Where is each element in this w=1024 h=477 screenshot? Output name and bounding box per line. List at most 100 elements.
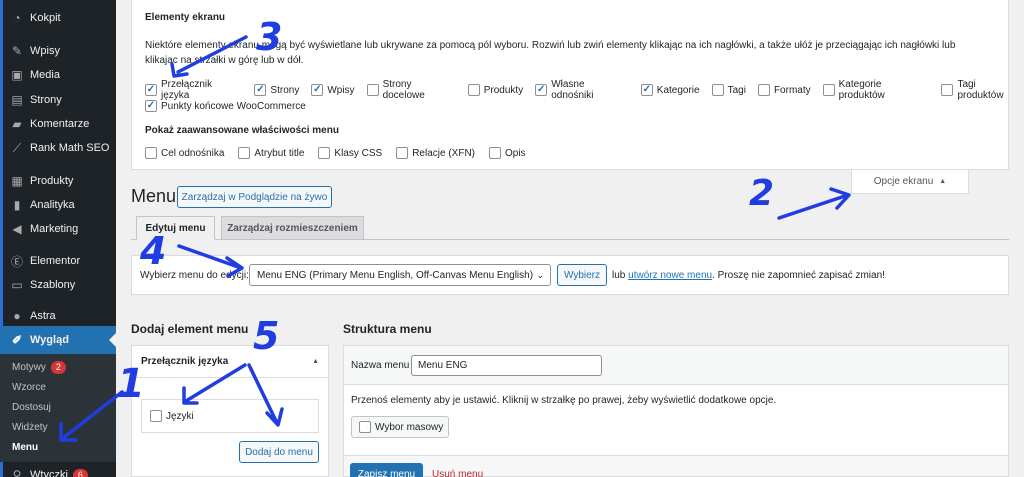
- sidebar-item-kokpit[interactable]: ◔ Kokpit: [0, 7, 116, 29]
- submenu-item-dostosuj[interactable]: Dostosuj: [0, 397, 116, 417]
- checkbox[interactable]: [150, 410, 162, 422]
- sidebar-item-label: Analityka: [30, 199, 75, 211]
- sidebar-item-label: Rank Math SEO: [30, 142, 110, 154]
- option-label: Tagi produktów: [957, 79, 1004, 101]
- checkbox[interactable]: ✓: [254, 84, 267, 96]
- option-przelacznik-jezyka[interactable]: ✓ Przełącznik języka: [145, 79, 242, 101]
- checkbox[interactable]: [822, 84, 835, 96]
- option-wpisy[interactable]: ✓ Wpisy: [311, 84, 355, 96]
- sidebar-item-marketing[interactable]: ◀ Marketing: [0, 218, 116, 240]
- option-label: Atrybut title: [254, 147, 305, 159]
- option-punkty-koncowe[interactable]: ✓ Punkty końcowe WooCommerce: [145, 100, 306, 112]
- option-tagi-produktow[interactable]: Tagi produktów: [941, 79, 1024, 101]
- tab-manage-locations[interactable]: Zarządzaj rozmieszczeniem: [221, 216, 364, 240]
- option-label: Strony: [270, 84, 300, 96]
- option-label: Strony docelowe: [382, 79, 425, 101]
- submenu-item-menu[interactable]: Menu: [0, 437, 116, 457]
- option-label: Relacje (XFN): [412, 147, 475, 159]
- option-klasy-css[interactable]: Klasy CSS: [318, 147, 382, 159]
- screen-options-title: Elementy ekranu: [145, 12, 226, 23]
- checkbox[interactable]: ✓: [640, 84, 653, 96]
- submenu-item-motywy[interactable]: Motywy 2: [0, 357, 116, 377]
- arrow-up-icon: ▲: [939, 178, 947, 185]
- submenu-item-wzorce[interactable]: Wzorce: [0, 377, 116, 397]
- bulk-select-label: Wybor masowy: [375, 421, 444, 433]
- option-jezyki[interactable]: Języki: [150, 410, 194, 422]
- checkbox[interactable]: [941, 84, 954, 96]
- option-relacje-xfn[interactable]: Relacje (XFN): [396, 147, 475, 159]
- submenu-item-label: Widżety: [12, 421, 48, 433]
- option-label: Formaty: [773, 84, 811, 96]
- sidebar-item-wyglad[interactable]: ✐ Wygląd: [0, 326, 116, 354]
- checkbox[interactable]: [489, 147, 501, 159]
- option-produkty[interactable]: Produkty: [467, 84, 523, 96]
- checkbox[interactable]: ✓: [311, 84, 324, 96]
- screen-options-toggle[interactable]: Opcje ekranu ▲: [851, 170, 969, 194]
- page-icon: ▤: [11, 93, 23, 107]
- checkbox[interactable]: [145, 147, 157, 159]
- checkbox[interactable]: [711, 84, 724, 96]
- language-switcher-header[interactable]: Przełącznik języka ▲: [131, 345, 329, 378]
- option-wlasne-odnosniki[interactable]: ✓ Własne odnośniki: [535, 79, 629, 101]
- submenu-item-widzety[interactable]: Widżety: [0, 417, 116, 437]
- menu-select-value: Menu ENG (Primary Menu English, Off-Canv…: [257, 269, 534, 281]
- sidebar-item-elementor[interactable]: Ⓔ Elementor: [0, 250, 116, 272]
- live-preview-button[interactable]: Zarządzaj w Podglądzie na żywo: [177, 186, 332, 208]
- brush-icon: ✐: [11, 333, 23, 347]
- checkbox[interactable]: ✓: [535, 84, 548, 96]
- checkbox[interactable]: [359, 421, 371, 433]
- option-opis[interactable]: Opis: [489, 147, 526, 159]
- menu-name-label: Nazwa menu: [351, 360, 410, 371]
- annotation-arrowhead-2: [829, 187, 851, 210]
- sidebar-item-wtyczki[interactable]: ⚲ Wtyczki 6: [0, 464, 116, 477]
- option-strony-docelowe[interactable]: Strony docelowe: [366, 79, 456, 101]
- sidebar-item-wpisy[interactable]: ✎ Wpisy: [0, 40, 116, 62]
- sidebar-item-produkty[interactable]: ▦ Produkty: [0, 170, 116, 192]
- checkbox[interactable]: ✓: [145, 84, 157, 96]
- checkbox[interactable]: [396, 147, 409, 159]
- advanced-properties-title: Pokaż zaawansowane właściwości menu: [145, 125, 339, 136]
- sidebar-item-label: Elementor: [30, 255, 81, 267]
- bulk-select-toggle[interactable]: Wybor masowy: [351, 416, 449, 438]
- checkbox[interactable]: [467, 84, 480, 96]
- save-menu-button[interactable]: Zapisz menu: [350, 463, 423, 477]
- sidebar-item-strony[interactable]: ▤ Strony: [0, 89, 116, 111]
- option-atrybut-title[interactable]: Atrybut title: [238, 147, 304, 159]
- option-label: Własne odnośniki: [551, 79, 594, 101]
- sidebar-item-analityka[interactable]: ▮ Analityka: [0, 194, 116, 216]
- checkbox[interactable]: [318, 147, 331, 159]
- comment-icon: ▰: [12, 117, 22, 131]
- option-cel-odnosnika[interactable]: Cel odnośnika: [145, 147, 224, 159]
- option-formaty[interactable]: Formaty: [757, 84, 811, 96]
- option-label: Punkty końcowe WooCommerce: [161, 100, 306, 112]
- sidebar-item-szablony[interactable]: ▭ Szablony: [0, 274, 116, 296]
- sidebar-item-label: Produkty: [30, 175, 74, 187]
- checkbox[interactable]: [238, 147, 251, 159]
- folder-icon: ▭: [11, 278, 23, 292]
- checkbox[interactable]: [757, 84, 770, 96]
- select-menu-button[interactable]: Wybierz: [557, 264, 607, 286]
- option-kategorie[interactable]: ✓ Kategorie: [640, 84, 700, 96]
- option-kategorie-produktow[interactable]: Kategorie produktów: [822, 79, 930, 101]
- delete-menu-link[interactable]: Usuń menu: [432, 469, 483, 477]
- sidebar-item-astra[interactable]: ● Astra: [0, 305, 116, 327]
- sidebar-item-label: Wygląd: [30, 334, 69, 346]
- checkbox[interactable]: ✓: [145, 100, 157, 112]
- tab-edit-menu[interactable]: Edytuj menu: [136, 216, 215, 240]
- arrow-up-icon[interactable]: ▲: [312, 358, 319, 365]
- checkbox[interactable]: [366, 84, 379, 96]
- update-badge: 2: [50, 360, 66, 374]
- menu-select[interactable]: Menu ENG (Primary Menu English, Off-Canv…: [249, 264, 551, 286]
- submenu-item-label: Wzorce: [12, 381, 46, 393]
- sidebar-item-rank-math[interactable]: ⟋ Rank Math SEO: [0, 137, 116, 159]
- save-reminder-text: . Proszę nie zapomnieć zapisać zmian!: [712, 270, 885, 281]
- option-strony[interactable]: ✓ Strony: [254, 84, 299, 96]
- create-new-menu-link[interactable]: utwórz nowe menu: [628, 270, 712, 281]
- add-to-menu-button[interactable]: Dodaj do menu: [239, 441, 319, 463]
- option-tagi[interactable]: Tagi: [711, 84, 746, 96]
- pin-icon: ✎: [11, 44, 23, 58]
- screen-options-row-2: ✓ Punkty końcowe WooCommerce: [145, 100, 318, 112]
- sidebar-item-media[interactable]: ▣ Media: [0, 64, 116, 86]
- menu-name-input[interactable]: [411, 355, 602, 376]
- sidebar-item-komentarze[interactable]: ▰ Komentarze: [0, 113, 116, 135]
